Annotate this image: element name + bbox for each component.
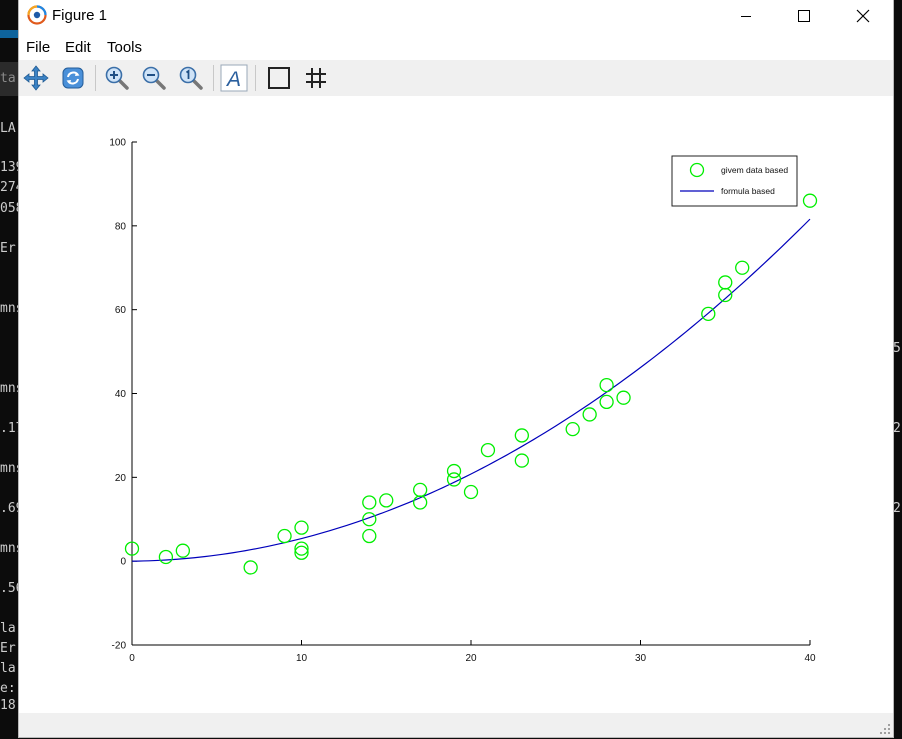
data-point-marker (175, 543, 191, 558)
zoom-reset-button[interactable] (175, 62, 207, 94)
data-point-marker (582, 407, 597, 422)
x-tick-label: 0 (129, 653, 135, 664)
menu-bar: File Edit Tools (19, 34, 893, 60)
legend-label: formula based (721, 186, 775, 196)
figure-window: Figure 1 File Edit Tools A -20 0 20 40 6… (19, 0, 893, 737)
window-title: Figure 1 (52, 7, 108, 24)
menu-edit[interactable]: Edit (65, 39, 91, 56)
y-tick-label: 0 (120, 557, 126, 568)
x-tick-label: 40 (804, 653, 816, 664)
y-tick-label: 80 (115, 221, 127, 232)
x-tick-label: 30 (635, 653, 647, 664)
data-point-marker (362, 495, 377, 510)
terminal-text: 5. (893, 341, 902, 356)
octave-logo-icon (27, 5, 47, 25)
data-point-marker (735, 260, 750, 275)
data-point-marker (277, 528, 292, 544)
maximize-button[interactable] (781, 0, 827, 32)
minimize-icon (741, 16, 751, 17)
grid-icon (306, 68, 326, 88)
axes-box-button[interactable] (263, 62, 295, 94)
minimize-button[interactable] (723, 0, 769, 32)
rotate-icon (62, 67, 84, 89)
close-button[interactable] (840, 0, 886, 32)
rotate-button[interactable] (57, 62, 89, 94)
zoom-out-button[interactable] (138, 62, 170, 94)
data-point-marker (412, 482, 428, 498)
title-bar[interactable]: Figure 1 (19, 0, 893, 32)
data-point-marker (243, 560, 258, 575)
plot-canvas[interactable]: -20 0 20 40 60 80 100 0 10 20 30 40 givem data based… (19, 96, 893, 713)
terminal-text: 2. (893, 501, 902, 516)
data-point-marker (379, 493, 394, 508)
legend-box (671, 155, 798, 207)
grid-button[interactable] (300, 62, 332, 94)
data-point-marker (565, 421, 580, 437)
pan-icon (23, 65, 49, 91)
text-icon: A (220, 64, 248, 92)
toolbar-separator (255, 65, 256, 91)
terminal-text: Er (0, 641, 16, 656)
data-point-marker (718, 275, 733, 290)
y-tick-label: 40 (115, 389, 127, 400)
data-point-marker (599, 394, 614, 410)
data-point-marker (514, 453, 530, 468)
data-point-marker (446, 472, 462, 487)
y-tick-label: 20 (115, 473, 127, 484)
data-point-marker (294, 520, 309, 535)
zoom-in-icon (105, 66, 129, 90)
svg-text:A: A (225, 68, 241, 91)
terminal-text: 18 (0, 698, 16, 713)
y-tick-label: -20 (112, 641, 127, 652)
menu-tools[interactable]: Tools (107, 39, 142, 56)
terminal-text: Er (0, 241, 16, 256)
data-point-marker (616, 390, 631, 405)
terminal-text: 2. (893, 421, 902, 436)
terminal-text: la (0, 661, 16, 676)
legend-label: givem data based (721, 165, 788, 175)
close-icon (856, 9, 870, 23)
zoom-reset-icon (179, 66, 203, 90)
menu-file[interactable]: File (26, 39, 50, 56)
terminal-text: LA (0, 121, 16, 136)
resize-grip-icon[interactable] (879, 723, 891, 735)
background-terminal-left: ta LA 139 274 058 Er mns mns .17 mns .69… (0, 0, 23, 739)
data-point-marker (480, 442, 496, 458)
background-terminal-right: 5. 2. 2. (893, 0, 902, 739)
toolbar-separator (95, 65, 96, 91)
background-tab-text: ta (0, 71, 16, 86)
terminal-text: la (0, 621, 16, 636)
data-point-marker (599, 377, 614, 393)
x-tick-label: 20 (465, 653, 477, 664)
data-point-marker (463, 484, 479, 500)
terminal-text: e: (0, 681, 16, 696)
maximize-icon (798, 10, 810, 22)
data-point-marker (802, 193, 818, 208)
scatter-chart: -200204060801000 10 20 30 40givem data based… (109, 138, 818, 664)
toolbar-separator (213, 65, 214, 91)
pan-button[interactable] (20, 62, 52, 94)
background-accent-bar (0, 30, 19, 38)
y-tick-label: 100 (109, 138, 126, 149)
status-bar (19, 713, 893, 737)
data-point-marker (158, 549, 174, 565)
y-tick-label: 60 (115, 305, 127, 316)
background-tab: ta (0, 62, 19, 96)
zoom-in-button[interactable] (101, 62, 133, 94)
axes-box-icon (268, 67, 290, 89)
zoom-out-icon (142, 66, 166, 90)
data-point-marker (514, 428, 530, 443)
figure-toolbar: A (19, 60, 893, 96)
text-button[interactable]: A (218, 62, 250, 94)
x-tick-label: 10 (296, 653, 308, 664)
formula-based-line (131, 218, 811, 562)
chart-legend: givem data based formula based (671, 155, 798, 207)
data-point-marker (362, 528, 377, 544)
